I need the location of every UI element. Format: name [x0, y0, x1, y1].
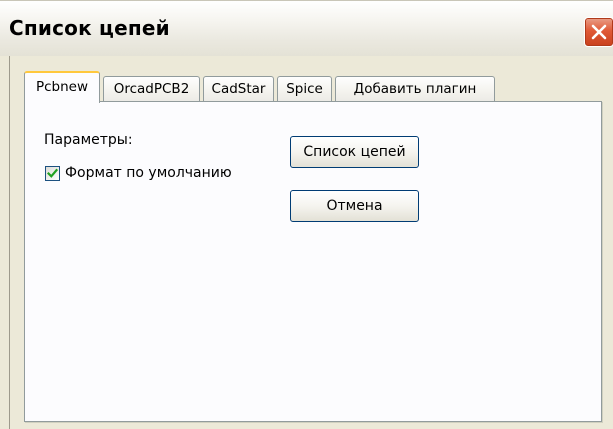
- tab-orcadpcb2[interactable]: OrcadPCB2: [103, 76, 200, 101]
- tab-label: Pcbnew: [35, 79, 89, 95]
- default-format-label[interactable]: Формат по умолчанию: [65, 165, 232, 181]
- dialog-client-area: Pcbnew OrcadPCB2 CadStar Spice Добавить …: [9, 56, 613, 429]
- check-icon: [47, 168, 58, 178]
- close-icon: [591, 24, 607, 40]
- tab-add-plugin[interactable]: Добавить плагин: [335, 76, 495, 101]
- title-bar[interactable]: Список цепей: [0, 0, 613, 56]
- close-button[interactable]: [584, 17, 613, 47]
- parameters-label: Параметры:: [44, 132, 133, 148]
- window-title: Список цепей: [9, 16, 170, 40]
- netlist-button[interactable]: Список цепей: [290, 136, 419, 168]
- tab-label: Spice: [286, 81, 323, 97]
- tab-pcbnew[interactable]: Pcbnew: [24, 71, 100, 103]
- tab-label: CadStar: [211, 81, 266, 97]
- tab-page-pcbnew: Параметры: Формат по умолчанию Список це…: [24, 101, 602, 422]
- default-format-checkbox[interactable]: [45, 166, 60, 181]
- cancel-button[interactable]: Отмена: [290, 190, 419, 222]
- tab-cadstar[interactable]: CadStar: [203, 76, 274, 101]
- tab-label: Добавить плагин: [353, 81, 477, 97]
- tab-label: OrcadPCB2: [113, 81, 190, 97]
- netlist-dialog: Список цепей Pcbnew OrcadPCB2 CadStar Sp…: [0, 0, 613, 429]
- tab-spice[interactable]: Spice: [277, 76, 332, 101]
